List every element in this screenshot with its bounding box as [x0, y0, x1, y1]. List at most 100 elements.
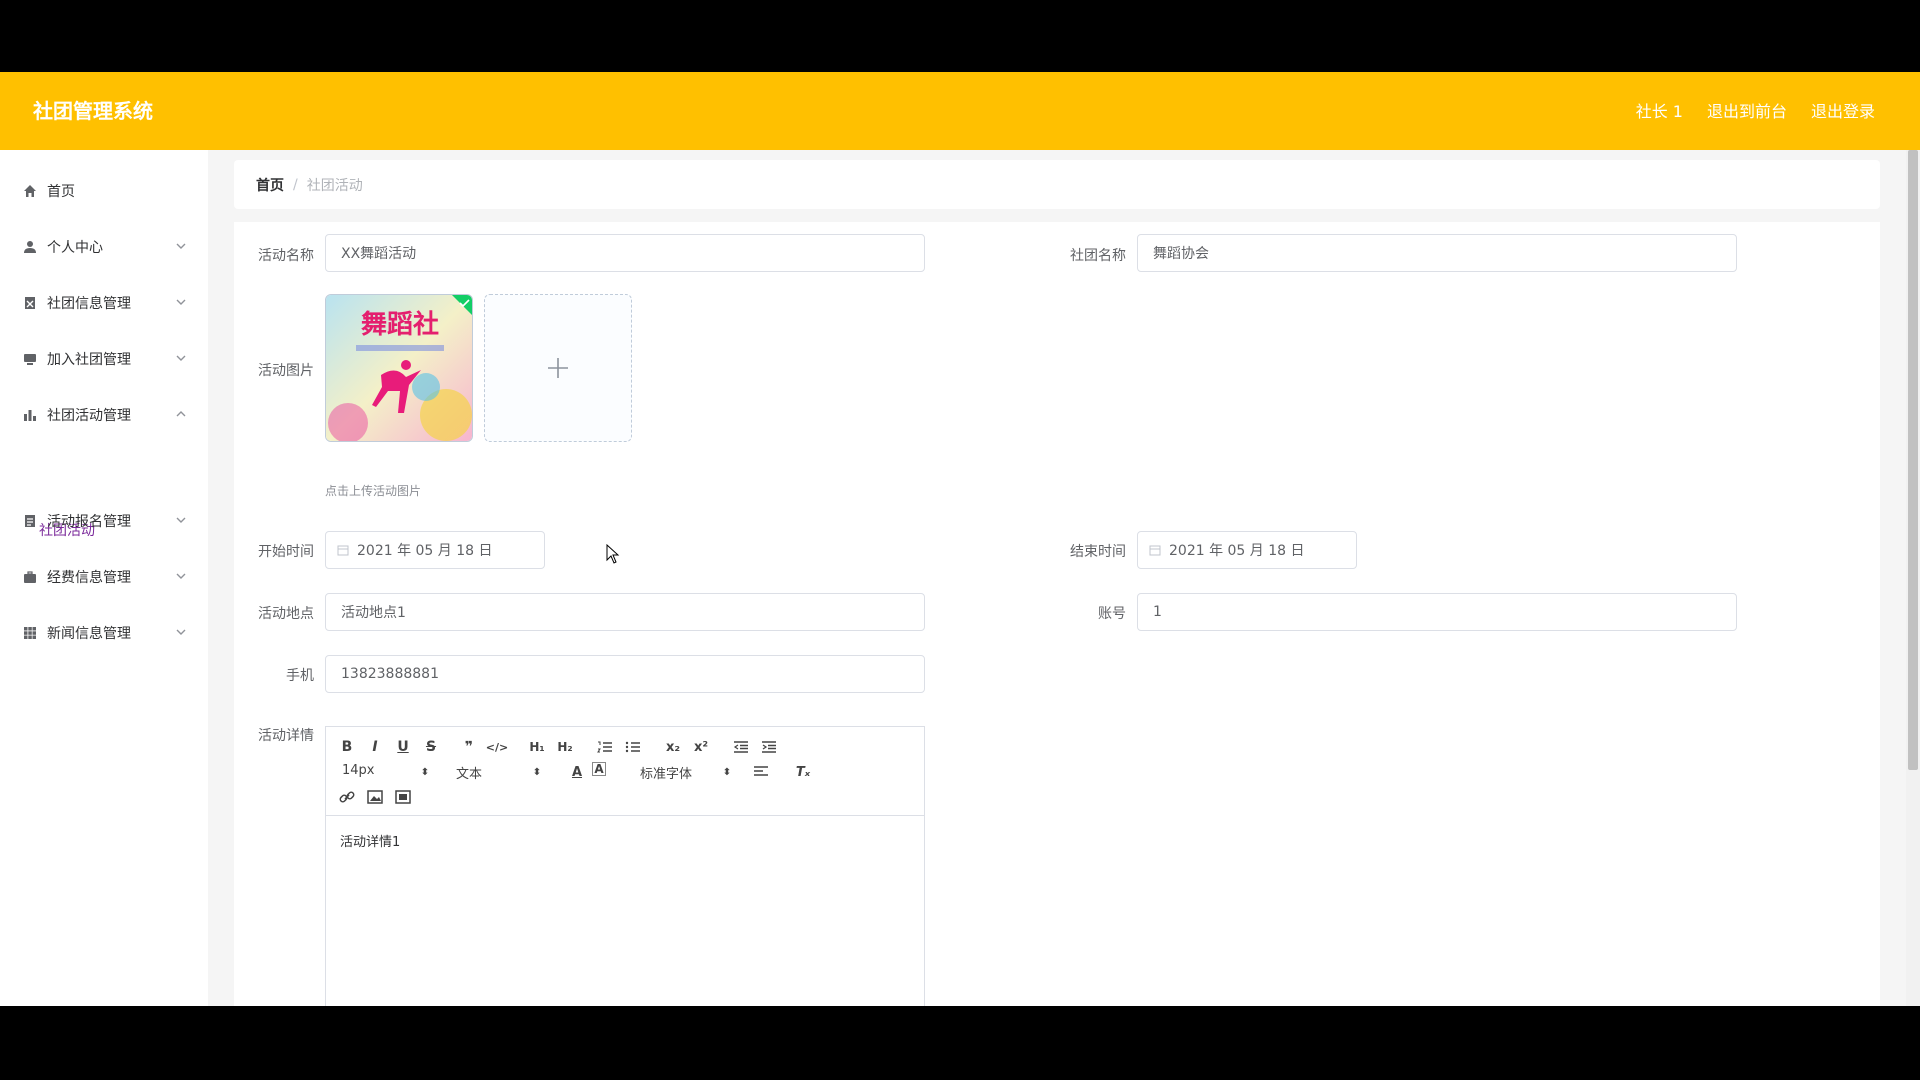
bar-chart-icon — [23, 408, 37, 422]
chevron-down-icon — [176, 629, 186, 635]
end-time-label: 结束时间 — [1070, 544, 1126, 560]
background-color-button[interactable]: A — [592, 762, 606, 776]
chevron-down-icon — [176, 355, 186, 361]
header-links: 社长 1 退出到前台 退出登录 — [1636, 98, 1875, 122]
account-label: 账号 — [1098, 606, 1126, 622]
sidebar-item-news[interactable]: 新闻信息管理 — [0, 613, 208, 653]
sidebar-item-label: 新闻信息管理 — [47, 626, 131, 642]
location-input[interactable]: 活动地点1 — [325, 593, 925, 631]
align-icon[interactable] — [750, 762, 772, 782]
clipboard-icon — [23, 296, 37, 310]
chevron-down-icon — [176, 517, 186, 523]
dance-poster-image: 舞蹈社 — [326, 295, 472, 441]
bold-button[interactable]: B — [336, 737, 358, 757]
breadcrumb: 首页 / 社团活动 — [234, 160, 1880, 209]
app-frame: 社团管理系统 社长 1 退出到前台 退出登录 首页 个人中心 社团信息管理 加入… — [0, 72, 1920, 1006]
superscript-button[interactable]: x² — [690, 737, 712, 757]
club-name-label: 社团名称 — [1070, 248, 1126, 264]
account-input[interactable]: 1 — [1137, 593, 1737, 631]
header1-button[interactable]: H₁ — [526, 737, 548, 757]
breadcrumb-current: 社团活动 — [306, 177, 363, 194]
main-content: 首页 / 社团活动 活动名称 XX舞蹈活动 社团名称 舞蹈协会 活动图片 舞蹈社… — [234, 150, 1880, 1006]
sidebar-item-label: 加入社团管理 — [47, 352, 131, 368]
sidebar-item-label: 社团信息管理 — [47, 296, 131, 312]
sidebar-item-label: 首页 — [47, 184, 75, 200]
sidebar-item-label: 社团活动管理 — [47, 408, 131, 424]
breadcrumb-home[interactable]: 首页 — [256, 175, 284, 195]
chevron-down-icon — [176, 243, 186, 249]
sidebar-item-label: 活动报名管理 — [47, 514, 131, 530]
font-color-button[interactable]: A — [566, 762, 588, 782]
scrollbar-thumb[interactable] — [1908, 150, 1918, 770]
font-size-select-arrow-icon: ⬍ — [420, 766, 430, 778]
sidebar-item-funds[interactable]: 经费信息管理 — [0, 557, 208, 597]
top-header: 社团管理系统 社长 1 退出到前台 退出登录 — [0, 72, 1920, 150]
calendar-icon — [1149, 545, 1161, 556]
link-icon[interactable] — [336, 787, 358, 807]
sidebar: 首页 个人中心 社团信息管理 加入社团管理 社团活动管理 社团活动 活动报名管理 — [0, 150, 208, 1006]
start-time-picker[interactable]: 2021 年 05 月 18 日 — [325, 531, 545, 569]
underline-button[interactable]: U — [392, 737, 414, 757]
chevron-up-icon — [176, 411, 186, 417]
header2-button[interactable]: H₂ — [554, 737, 576, 757]
app-title: 社团管理系统 — [33, 99, 153, 123]
sidebar-item-join-club[interactable]: 加入社团管理 — [0, 339, 208, 379]
phone-input[interactable]: 13823888881 — [325, 655, 925, 693]
poster-title: 舞蹈社 — [361, 309, 439, 340]
sidebar-item-club-activity[interactable]: 社团活动管理 — [0, 395, 208, 435]
upload-image-button[interactable] — [484, 294, 632, 442]
document-icon — [23, 514, 37, 528]
subscript-button[interactable]: x₂ — [662, 737, 684, 757]
sidebar-item-label: 个人中心 — [47, 240, 103, 256]
start-time-label: 开始时间 — [258, 544, 314, 560]
mouse-cursor-icon — [606, 544, 620, 564]
blockquote-button[interactable]: ❞ — [458, 737, 480, 757]
user-name-link[interactable]: 社长 1 — [1636, 98, 1683, 122]
clear-format-button[interactable]: Tₓ — [792, 762, 814, 782]
sidebar-item-personal-center[interactable]: 个人中心 — [0, 227, 208, 267]
upload-hint: 点击上传活动图片 — [325, 484, 422, 498]
outdent-icon[interactable] — [730, 737, 752, 757]
sidebar-item-registration[interactable]: 活动报名管理 — [0, 501, 208, 541]
club-name-input[interactable]: 舞蹈协会 — [1137, 234, 1737, 272]
sidebar-item-home[interactable]: 首页 — [0, 171, 208, 211]
location-label: 活动地点 — [258, 606, 314, 622]
format-select-arrow-icon: ⬍ — [532, 766, 542, 778]
video-icon[interactable] — [392, 787, 414, 807]
code-block-button[interactable]: </> — [486, 737, 508, 757]
bullet-list-icon[interactable] — [622, 737, 644, 757]
monitor-icon — [23, 352, 37, 366]
phone-label: 手机 — [286, 668, 314, 684]
format-select[interactable]: 文本 — [456, 763, 482, 782]
italic-button[interactable]: I — [364, 737, 386, 757]
editor-content[interactable]: 活动详情1 — [340, 831, 400, 850]
home-icon — [23, 184, 37, 198]
exit-to-front-link[interactable]: 退出到前台 — [1707, 98, 1787, 122]
briefcase-icon — [23, 570, 37, 584]
calendar-icon — [337, 545, 349, 556]
ordered-list-icon[interactable] — [594, 737, 616, 757]
activity-image-label: 活动图片 — [258, 363, 314, 379]
font-family-select[interactable]: 标准字体 — [640, 763, 692, 782]
details-label: 活动详情 — [258, 728, 314, 744]
plus-icon — [548, 358, 568, 378]
activity-image-thumbnail[interactable]: 舞蹈社 — [325, 294, 473, 442]
page-scrollbar[interactable] — [1906, 150, 1920, 1006]
start-time-value: 2021 年 05 月 18 日 — [357, 543, 493, 559]
chevron-down-icon — [176, 299, 186, 305]
font-family-select-arrow-icon: ⬍ — [722, 766, 732, 778]
rich-text-editor: B I U S ❞ </> H₁ H₂ x₂ x² 14px ⬍ 文本 ⬍ A … — [325, 726, 925, 1006]
indent-icon[interactable] — [758, 737, 780, 757]
font-size-select[interactable]: 14px — [342, 763, 375, 778]
strike-button[interactable]: S — [420, 737, 442, 757]
activity-name-input[interactable]: XX舞蹈活动 — [325, 234, 925, 272]
logout-link[interactable]: 退出登录 — [1811, 98, 1875, 122]
image-icon[interactable] — [364, 787, 386, 807]
end-time-picker[interactable]: 2021 年 05 月 18 日 — [1137, 531, 1357, 569]
editor-toolbar: B I U S ❞ </> H₁ H₂ x₂ x² 14px ⬍ 文本 ⬍ A … — [326, 727, 924, 816]
user-icon — [23, 240, 37, 254]
breadcrumb-separator: / — [293, 176, 298, 193]
chevron-down-icon — [176, 573, 186, 579]
sidebar-item-club-info[interactable]: 社团信息管理 — [0, 283, 208, 323]
sidebar-item-label: 经费信息管理 — [47, 570, 131, 586]
